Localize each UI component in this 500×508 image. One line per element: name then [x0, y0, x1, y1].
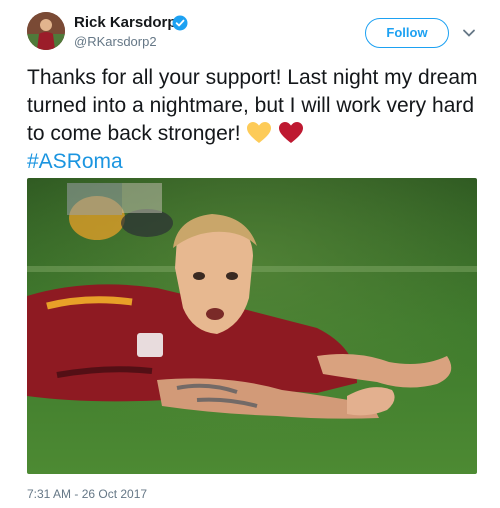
- author-name[interactable]: Rick Karsdorp: [74, 14, 177, 31]
- tweet-photo[interactable]: [27, 178, 477, 474]
- avatar[interactable]: [27, 12, 65, 50]
- tweet-body: Thanks for all your support! Last night …: [27, 64, 482, 176]
- chevron-down-icon[interactable]: [462, 26, 476, 40]
- yellow-heart-icon: [247, 122, 272, 143]
- player-photo: [27, 178, 477, 474]
- hashtag-link[interactable]: #ASRoma: [27, 150, 123, 173]
- verified-badge-icon: [172, 15, 188, 31]
- tweet-timestamp[interactable]: 7:31 AM - 26 Oct 2017: [27, 487, 147, 501]
- author-handle[interactable]: @RKarsdorp2: [74, 34, 157, 49]
- follow-button[interactable]: Follow: [365, 18, 449, 48]
- red-heart-icon: [279, 122, 304, 143]
